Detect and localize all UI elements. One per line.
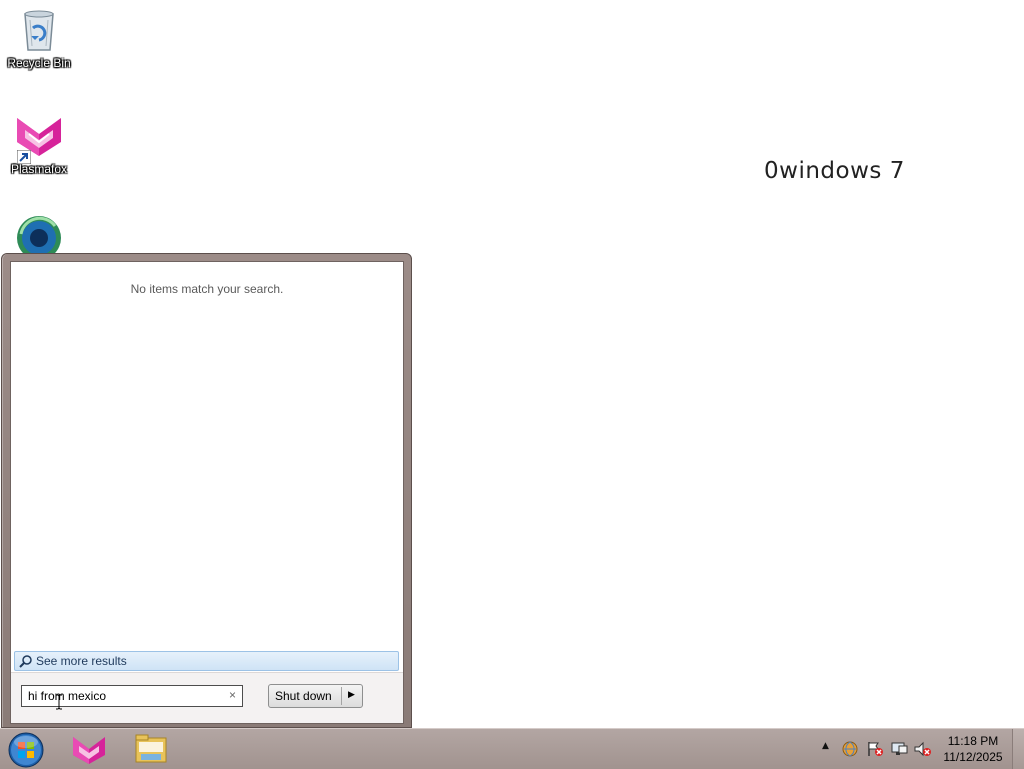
search-icon xyxy=(19,655,32,668)
search-results-panel: No items match your search. See more res… xyxy=(10,261,404,724)
show-hidden-icons-arrow[interactable]: ▲ xyxy=(822,741,829,751)
recycle-bin-icon xyxy=(15,6,63,54)
shut-down-button[interactable]: Shut down ▶ xyxy=(268,684,363,708)
plasmafox-icon xyxy=(15,112,63,164)
windows-start-orb[interactable] xyxy=(7,731,45,769)
network-monitor-icon[interactable] xyxy=(890,741,908,757)
clear-search-icon[interactable]: × xyxy=(229,688,236,702)
start-menu-footer: hi from mexico × Shut down ▶ xyxy=(11,672,403,723)
desktop-icon-plasmafox[interactable]: Plasmafox xyxy=(1,112,77,176)
text-cursor-icon xyxy=(56,694,62,710)
see-more-results-button[interactable]: See more results xyxy=(14,651,399,671)
show-desktop-button[interactable] xyxy=(1012,729,1024,769)
desktop-watermark: 0windows 7 xyxy=(764,158,905,184)
shut-down-options-arrow-icon[interactable]: ▶ xyxy=(348,689,355,700)
taskbar: ▲ 11:18 PM 11/12/2025 xyxy=(0,728,1024,769)
clock-date: 11/12/2025 xyxy=(943,750,1003,764)
see-more-label: See more results xyxy=(36,654,127,668)
start-menu: No items match your search. See more res… xyxy=(1,253,412,728)
volume-muted-icon[interactable] xyxy=(914,741,932,757)
action-center-flag-icon[interactable] xyxy=(866,741,884,757)
desktop-icon-label: Recycle Bin xyxy=(7,56,71,70)
shut-down-separator xyxy=(341,687,342,705)
shut-down-label: Shut down xyxy=(275,689,332,703)
no-results-text: No items match your search. xyxy=(130,282,284,296)
plasmafox-icon[interactable] xyxy=(71,732,107,766)
desktop-icon-recycle-bin[interactable]: Recycle Bin xyxy=(1,6,77,70)
network-globe-icon[interactable] xyxy=(842,741,858,757)
taskbar-clock[interactable]: 11:18 PM 11/12/2025 xyxy=(936,733,1010,765)
search-input-value: hi from mexico xyxy=(28,689,107,703)
desktop-icon-label: Plasmafox xyxy=(10,162,68,176)
clock-time: 11:18 PM xyxy=(947,734,999,748)
shortcut-arrow-icon xyxy=(17,150,31,164)
file-explorer-icon[interactable] xyxy=(133,732,169,766)
